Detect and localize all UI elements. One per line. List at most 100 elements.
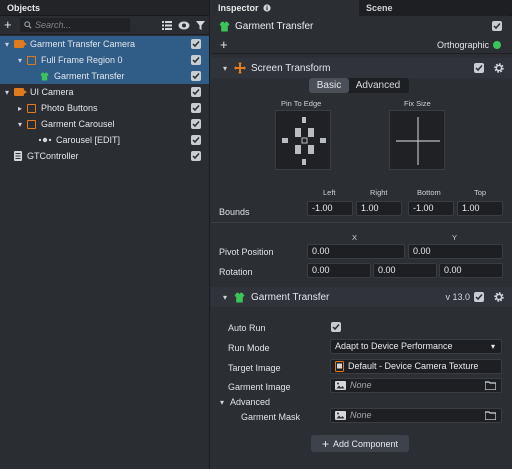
tree-item-label: Photo Buttons (41, 103, 98, 113)
tree-item-label: Full Frame Region 0 (41, 55, 123, 65)
advanced-group-toggle[interactable]: ▾ Advanced (218, 397, 270, 407)
visibility-eye-icon[interactable] (178, 21, 190, 30)
garment-image-field[interactable]: None (330, 378, 502, 393)
garment-mask-field[interactable]: None (330, 408, 502, 423)
version-label: v 13.0 (445, 292, 470, 302)
enabled-checkbox[interactable] (191, 55, 201, 65)
garment-mask-label: Garment Mask (241, 412, 301, 422)
tab-inspector[interactable]: Inspector (211, 0, 359, 16)
advanced-label: Advanced (230, 397, 271, 407)
tree-item-garment-transfer-camera[interactable]: ▾ Garment Transfer Camera (0, 36, 209, 52)
tree-item-full-frame-region[interactable]: ▾ Full Frame Region 0 (0, 52, 209, 68)
chevron-down-icon[interactable]: ▾ (3, 88, 11, 97)
enabled-checkbox[interactable] (191, 103, 201, 113)
folder-icon[interactable] (485, 381, 496, 390)
bounds-bottom-input[interactable]: -1.00 (408, 201, 454, 216)
chevron-right-icon[interactable]: ▸ (16, 104, 24, 113)
search-input[interactable] (35, 20, 125, 30)
image-icon (335, 411, 346, 420)
region-icon (27, 55, 36, 65)
info-icon (262, 3, 271, 12)
tree-item-photo-buttons[interactable]: ▸ Photo Buttons (0, 100, 209, 116)
pivot-y-input[interactable]: 0.00 (408, 244, 503, 259)
pivot-x-input[interactable]: 0.00 (307, 244, 405, 259)
filter-icon[interactable] (196, 20, 205, 30)
image-icon (335, 381, 346, 390)
chevron-down-icon[interactable]: ▾ (221, 64, 229, 73)
screen-transform-header[interactable]: ▾ Screen Transform (211, 58, 512, 78)
bounds-header-left: Left (323, 188, 336, 197)
object-name[interactable]: Garment Transfer (235, 21, 313, 32)
gear-icon[interactable] (493, 291, 505, 303)
pivot-header-y: Y (452, 233, 458, 242)
tree-item-label: Garment Carousel (41, 119, 115, 129)
pin-to-edge-label: Pin To Edge (281, 99, 322, 108)
pin-to-edge-diagram (282, 117, 326, 165)
chevron-down-icon[interactable]: ▾ (3, 40, 11, 49)
tab-basic[interactable]: Basic (309, 78, 349, 93)
tab-inspector-label: Inspector (218, 2, 259, 13)
pin-to-edge-widget[interactable] (275, 110, 331, 170)
run-mode-select[interactable]: Adapt to Device Performance ▾ (330, 339, 502, 354)
run-mode-value: Adapt to Device Performance (335, 341, 453, 351)
orthographic-status-dot (493, 41, 501, 49)
chevron-down-icon: ▾ (490, 342, 495, 351)
rotation-x-input[interactable]: 0.00 (307, 263, 371, 278)
folder-icon[interactable] (485, 411, 496, 420)
bounds-top-input[interactable]: 1.00 (457, 201, 503, 216)
tree-item-label: Carousel [EDIT] (56, 135, 121, 145)
search-box[interactable] (20, 18, 130, 32)
tree-item-carousel-edit[interactable]: Carousel [EDIT] (0, 132, 209, 148)
target-image-field[interactable]: Default - Device Camera Texture (330, 359, 502, 374)
bounds-left-input[interactable]: -1.00 (307, 201, 353, 216)
enabled-checkbox[interactable] (191, 151, 201, 161)
section-title: Garment Transfer (251, 291, 330, 303)
tree-item-garment-transfer[interactable]: Garment Transfer (0, 68, 209, 84)
tree-item-label: GTController (27, 151, 79, 161)
gear-icon[interactable] (493, 62, 505, 74)
device-camera-texture-icon (335, 361, 344, 372)
auto-run-checkbox[interactable] (331, 322, 341, 332)
chevron-down-icon[interactable]: ▾ (16, 120, 24, 129)
orthographic-label: Orthographic (436, 39, 489, 50)
rotation-z-input[interactable]: 0.00 (439, 263, 503, 278)
add-object-icon[interactable]: + (4, 18, 14, 31)
enabled-checkbox[interactable] (191, 135, 201, 145)
add-icon[interactable]: + (220, 37, 228, 52)
enabled-checkbox[interactable] (191, 71, 201, 81)
enabled-checkbox[interactable] (191, 87, 201, 97)
enabled-checkbox[interactable] (191, 39, 201, 49)
screen-transform-icon (234, 62, 246, 74)
bounds-right-input[interactable]: 1.00 (356, 201, 402, 216)
tab-objects[interactable]: Objects (0, 0, 47, 16)
camera-icon (14, 88, 27, 96)
chevron-down-icon[interactable]: ▾ (218, 398, 226, 407)
object-subheader: + Orthographic (211, 36, 512, 54)
fix-size-widget[interactable] (389, 110, 445, 170)
chevron-down-icon[interactable]: ▾ (16, 56, 24, 65)
objects-panel: Objects + ▾ Garment Transfer Camera ▾ Fu… (0, 0, 210, 469)
inspector-panel: Inspector Scene Garment Transfer + Ortho… (211, 0, 512, 469)
rotation-y-input[interactable]: 0.00 (373, 263, 437, 278)
add-component-button[interactable]: + Add Component (311, 435, 409, 452)
camera-icon (14, 40, 27, 48)
tree-item-garment-carousel[interactable]: ▾ Garment Carousel (0, 116, 209, 132)
section-enabled-checkbox[interactable] (474, 63, 484, 73)
tab-scene[interactable]: Scene (359, 0, 509, 16)
list-view-icon[interactable] (162, 20, 172, 30)
bounds-label: Bounds (219, 207, 250, 217)
tree-item-gtcontroller[interactable]: GTController (0, 148, 209, 164)
tree-item-ui-camera[interactable]: ▾ UI Camera (0, 84, 209, 100)
objects-tabbar: Objects (0, 0, 209, 16)
tab-advanced[interactable]: Advanced (349, 78, 407, 93)
plus-icon: + (321, 436, 329, 451)
basic-advanced-toggle: Basic Advanced (309, 78, 409, 93)
enabled-checkbox[interactable] (191, 119, 201, 129)
section-enabled-checkbox[interactable] (474, 292, 484, 302)
garment-icon (234, 292, 245, 302)
garment-transfer-header[interactable]: ▾ Garment Transfer v 13.0 (211, 287, 512, 307)
chevron-down-icon[interactable]: ▾ (221, 293, 229, 302)
objects-toolbar: + (0, 16, 209, 35)
object-enabled-checkbox[interactable] (492, 21, 502, 31)
target-image-label: Target Image (228, 363, 281, 373)
